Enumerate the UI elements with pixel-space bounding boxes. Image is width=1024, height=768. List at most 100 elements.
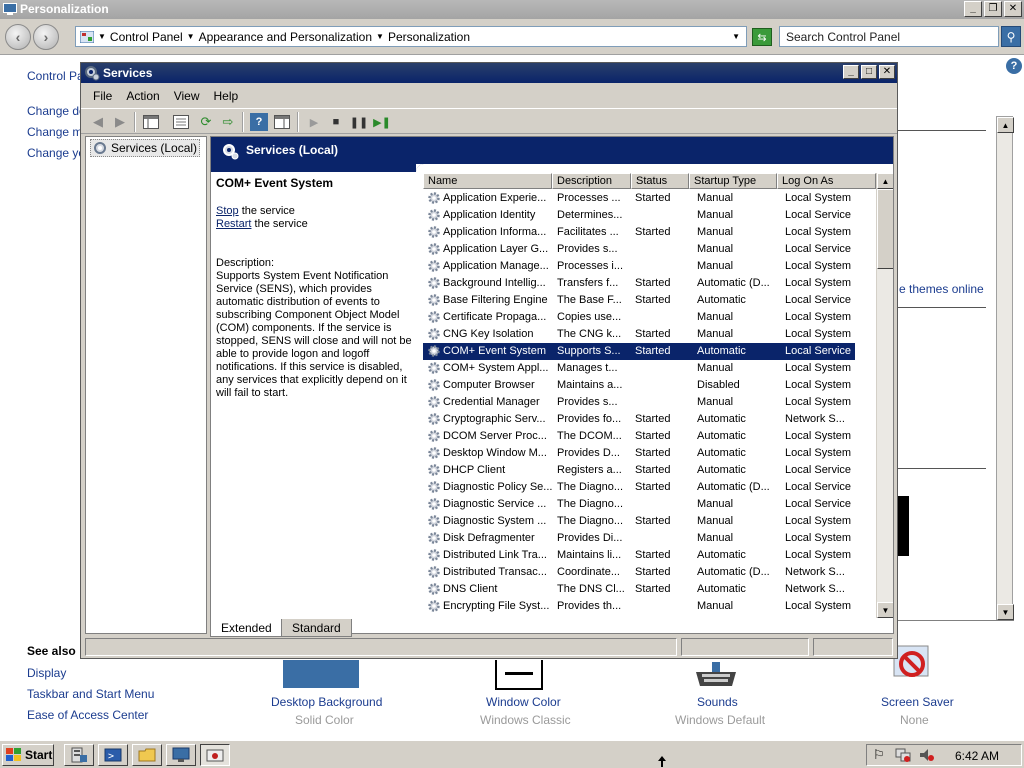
chevron-down-icon[interactable]: ▼ [187,32,195,41]
table-row[interactable]: COM+ System Appl... Manages t... Manual Loc… [423,360,855,377]
help-icon[interactable]: ? [250,113,268,131]
services-task-button[interactable] [200,744,230,766]
breadcrumb-personalization[interactable]: Personalization [388,30,470,44]
table-row[interactable]: Diagnostic Policy Se... The Diagno... Star… [423,479,855,496]
restart-service-icon[interactable]: ▶❚ [373,113,391,131]
control-panel-home-link[interactable]: Control Par [27,69,88,83]
export-list-icon[interactable]: ⇨ [219,113,237,131]
scroll-thumb[interactable] [877,189,893,269]
table-row[interactable]: Cryptographic Serv... Provides fo... Start… [423,411,855,428]
breadcrumb-control-panel[interactable]: Control Panel [110,30,183,44]
scroll-down-button[interactable]: ▼ [997,604,1014,620]
background-scrollbar[interactable]: ▲ ▼ [996,116,1014,620]
services-list-scrollbar[interactable]: ▲ ▼ [876,173,893,618]
table-row[interactable]: Application Informa... Facilitates ... Sta… [423,224,855,241]
table-row[interactable]: DHCP Client Registers a... Started Automati… [423,462,855,479]
scroll-down-button[interactable]: ▼ [877,602,893,618]
table-row[interactable]: Encrypting File Syst... Provides th... Man… [423,598,855,615]
column-header-name[interactable]: Name [423,173,552,189]
forward-arrow-icon[interactable]: ▶ [111,113,129,131]
tab-standard[interactable]: Standard [281,619,352,637]
volume-muted-icon[interactable] [919,748,935,762]
table-row[interactable]: Certificate Propaga... Copies use... Manua… [423,309,855,326]
column-header-log-on-as[interactable]: Log On As [777,173,876,189]
services-maximize-button[interactable]: □ [861,65,877,79]
maximize-button[interactable]: ❐ [984,1,1002,17]
table-row[interactable]: Distributed Transac... Coordinate... Start… [423,564,855,581]
column-header-status[interactable]: Status [631,173,689,189]
table-row[interactable]: Desktop Window M... Provides D... Started A… [423,445,855,462]
table-row[interactable]: Diagnostic Service ... The Diagno... Manua… [423,496,855,513]
breadcrumb-appearance[interactable]: Appearance and Personalization [199,30,372,44]
powershell-button[interactable]: > [98,744,128,766]
column-header-startup-type[interactable]: Startup Type [689,173,777,189]
table-row[interactable]: Base Filtering Engine The Base F... Starte… [423,292,855,309]
flag-icon[interactable]: ⚐ [873,747,885,763]
chevron-down-icon[interactable]: ▼ [98,32,106,41]
taskbar-start-menu-link[interactable]: Taskbar and Start Menu [27,687,154,701]
table-row[interactable]: Background Intellig... Transfers f... Star… [423,275,855,292]
table-row[interactable]: COM+ Event System Supports S... Started Aut… [423,343,855,360]
ease-of-access-link[interactable]: Ease of Access Center [27,708,148,722]
start-service-icon[interactable]: ▶ [305,113,323,131]
clock[interactable]: 6:42 AM [955,749,999,763]
table-row[interactable]: Application Identity Determines... Manual L… [423,207,855,224]
stop-service-icon[interactable]: ■ [327,113,345,131]
desktop-background-icon[interactable] [283,660,359,688]
column-header-description[interactable]: Description [552,173,631,189]
address-bar[interactable]: ▼ Control Panel ▼ Appearance and Persona… [75,26,747,47]
refresh-button[interactable]: ⇆ [752,28,772,46]
explorer-button[interactable] [132,744,162,766]
back-button[interactable]: ‹ [5,24,31,50]
display-link[interactable]: Display [27,666,66,680]
table-row[interactable]: Disk Defragmenter Provides Di... Manual Loc… [423,530,855,547]
get-more-themes-link[interactable]: e themes online [899,282,984,296]
close-button[interactable]: ✕ [1004,1,1022,17]
server-manager-button[interactable] [64,744,94,766]
menu-help[interactable]: Help [207,86,246,106]
scroll-up-button[interactable]: ▲ [877,173,893,189]
pause-service-icon[interactable]: ❚❚ [350,113,368,131]
help-icon[interactable]: ? [1006,58,1022,74]
table-row[interactable]: CNG Key Isolation The CNG k... Started Manu… [423,326,855,343]
back-arrow-icon[interactable]: ◀ [89,113,107,131]
restart-service-link[interactable]: Restart [216,218,251,230]
search-button[interactable]: ⚲ [1001,26,1021,47]
address-dropdown-icon[interactable]: ▼ [732,32,740,41]
minimize-button[interactable]: _ [964,1,982,17]
menu-file[interactable]: File [81,86,119,106]
table-row[interactable]: DCOM Server Proc... The DCOM... Started Aut… [423,428,855,445]
services-titlebar[interactable]: Services _ □ ✕ [81,63,897,83]
services-close-button[interactable]: ✕ [879,65,895,79]
forward-button[interactable]: › [33,24,59,50]
stop-service-link[interactable]: Stop [216,205,239,217]
show-hide-action-pane-icon[interactable] [273,113,291,131]
menu-action[interactable]: Action [119,86,166,106]
sounds-link[interactable]: Sounds [697,695,738,709]
screen-saver-link[interactable]: Screen Saver [881,695,954,709]
chevron-down-icon[interactable]: ▼ [376,32,384,41]
table-row[interactable]: Computer Browser Maintains a... Disabled Lo… [423,377,855,394]
refresh-icon[interactable]: ⟳ [197,113,215,131]
properties-icon[interactable] [172,113,190,131]
sounds-icon[interactable] [692,660,740,690]
window-color-link[interactable]: Window Color [486,695,561,709]
services-minimize-button[interactable]: _ [843,65,859,79]
personalization-task-button[interactable] [166,744,196,766]
table-row[interactable]: Distributed Link Tra... Maintains li... St… [423,547,855,564]
menu-view[interactable]: View [167,86,207,106]
console-tree-icon[interactable] [142,113,160,131]
table-row[interactable]: Credential Manager Provides s... Manual Loc… [423,394,855,411]
tab-extended[interactable]: Extended [210,619,283,637]
window-color-icon[interactable] [495,660,543,690]
network-icon[interactable] [895,748,911,762]
desktop-background-link[interactable]: Desktop Background [271,695,382,709]
change-desktop-icons-link[interactable]: Change de [27,104,86,118]
start-button[interactable]: Start [2,744,54,766]
table-row[interactable]: Diagnostic System ... The Diagno... Starte… [423,513,855,530]
change-account-picture-link[interactable]: Change yo [27,146,85,160]
table-row[interactable]: Application Manage... Processes i... Manua… [423,258,855,275]
search-input[interactable]: Search Control Panel [779,26,999,47]
scroll-up-button[interactable]: ▲ [997,117,1014,133]
table-row[interactable]: DNS Client The DNS Cl... Started Automatic N… [423,581,855,598]
